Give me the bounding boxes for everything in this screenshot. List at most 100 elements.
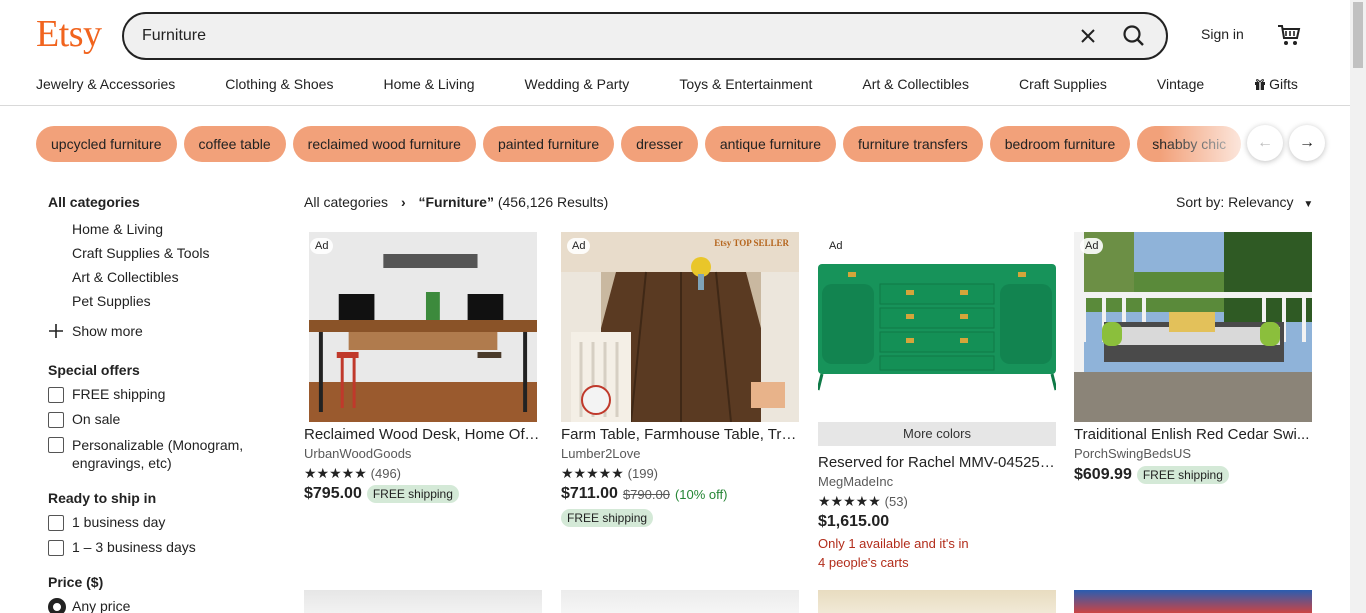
ad-badge: Ad [1080,238,1104,254]
price-row: $1,615.00 [818,513,1056,531]
radio-button[interactable] [48,598,66,613]
chip-transfers[interactable]: furniture transfers [843,126,983,162]
chip-painted[interactable]: painted furniture [482,126,615,162]
checkbox-label: Personalizable (Monogram, engravings, et… [72,437,244,471]
sort-dropdown[interactable]: Sort by: Relevancy ▼ [1176,194,1313,210]
listing-image-partial[interactable] [818,590,1056,613]
chip-dresser[interactable]: dresser [621,126,698,162]
nav-art[interactable]: Art & Collectibles [862,76,969,92]
listing-image[interactable]: Ad [304,232,542,422]
ad-badge: Ad [567,238,591,254]
filter-1-day[interactable]: 1 business day [48,514,278,531]
free-shipping-badge: FREE shipping [366,485,459,503]
all-categories-heading[interactable]: All categories [48,194,278,210]
listing-image[interactable]: Etsy TOP SELLER Ad [561,232,799,422]
listing-title[interactable]: Farm Table, Farmhouse Table, Tre... [561,426,799,443]
rating: ★★★★★ (53) [818,493,1056,510]
checkbox[interactable] [48,412,64,428]
chip-antique[interactable]: antique furniture [704,126,837,162]
nav-clothing[interactable]: Clothing & Shoes [225,76,333,92]
close-icon[interactable] [1074,22,1102,50]
breadcrumb-root[interactable]: All categories [304,194,388,210]
category-art[interactable]: Art & Collectibles [48,269,278,285]
show-more-button[interactable]: Show more [48,323,278,339]
chips-next-button[interactable]: → [1289,125,1325,161]
listing-title[interactable]: Reclaimed Wood Desk, Home Offi... [304,426,542,443]
header: Etsy Sign in Jewelry & Accessories Cloth… [0,0,1350,106]
etsy-logo[interactable]: Etsy [36,12,102,56]
ready-to-ship-heading: Ready to ship in [48,490,157,506]
nav-toys[interactable]: Toys & Entertainment [679,76,812,92]
listing-title[interactable]: Reserved for Rachel MMV-04525-... [818,454,1056,471]
free-shipping-badge: FREE shipping [1136,466,1229,484]
shop-name[interactable]: Lumber2Love [561,446,799,461]
scrollbar[interactable] [1350,0,1366,613]
checkbox[interactable] [48,437,64,453]
nav-craft[interactable]: Craft Supplies [1019,76,1107,92]
special-offers-heading: Special offers [48,362,140,378]
price-heading: Price ($) [48,574,104,590]
checkbox-label: 1 – 3 business days [72,539,196,555]
more-colors-banner[interactable]: More colors [818,422,1056,446]
caret-down-icon: ▼ [1303,199,1314,210]
rating: ★★★★★ (199) [561,465,799,482]
price: $1,615.00 [818,513,890,530]
nav-gifts[interactable]: Gifts [1254,76,1348,92]
scarcity-line-2: 4 people's carts [818,555,909,570]
chip-bedroom[interactable]: bedroom furniture [989,126,1131,162]
listing-image-partial[interactable] [304,590,542,613]
radio-label: Any price [72,598,131,613]
chip-coffee-table[interactable]: coffee table [183,126,286,162]
listing-card[interactable]: Ad More colors Reserved for Rachel MMV-0… [818,232,1056,572]
listing-image-partial[interactable] [561,590,799,613]
listing-card[interactable]: Etsy TOP SELLER Ad Farm Table, Farmhouse… [561,232,799,527]
chip-reclaimed[interactable]: reclaimed wood furniture [292,126,476,162]
scarcity-notice: Only 1 available and it's in 4 people's c… [818,534,1056,572]
sort-label: Sort by: Relevancy [1176,194,1294,210]
ad-badge: Ad [829,240,843,252]
listing-card[interactable]: Ad Reclaimed Wood Desk, Home Offi... Urb… [304,232,542,503]
shop-name[interactable]: UrbanWoodGoods [304,446,542,461]
nav-jewelry[interactable]: Jewelry & Accessories [36,76,175,92]
review-count: (53) [884,494,908,509]
filter-1-3-days[interactable]: 1 – 3 business days [48,539,278,556]
listing-image-partial[interactable] [1074,590,1312,613]
category-craft[interactable]: Craft Supplies & Tools [48,245,278,261]
chip-upcycled[interactable]: upcycled furniture [36,126,177,162]
ad-badge: Ad [310,238,334,254]
review-count: (496) [370,466,402,481]
filter-personalizable[interactable]: Personalizable (Monogram, engravings, et… [48,436,278,472]
filter-on-sale[interactable]: On sale [48,411,278,428]
search-icon[interactable] [1120,22,1148,50]
cart-icon[interactable] [1276,22,1302,48]
chips-prev-button[interactable]: ← [1247,125,1283,161]
checkbox[interactable] [48,515,64,531]
listing-image[interactable]: Ad [818,232,1056,422]
search-bar[interactable] [122,12,1168,60]
sign-in-link[interactable]: Sign in [1201,26,1244,42]
nav-wedding[interactable]: Wedding & Party [525,76,630,92]
nav-gifts-label: Gifts [1269,76,1298,92]
listing-card[interactable]: Ad Traiditional Enlish Red Cedar Swi... … [1074,232,1312,484]
category-pet[interactable]: Pet Supplies [48,293,278,309]
checkbox[interactable] [48,387,64,403]
listing-image[interactable]: Ad [1074,232,1312,422]
result-count: (456,126 Results) [497,194,609,210]
breadcrumb: All categories › “Furniture” (456,126 Re… [304,194,608,210]
scrollbar-thumb[interactable] [1353,2,1363,68]
nav-home-living[interactable]: Home & Living [383,76,474,92]
star-icons: ★★★★★ [304,465,367,481]
plus-icon [49,324,63,338]
nav-vintage[interactable]: Vintage [1157,76,1204,92]
shop-name[interactable]: MegMadeInc [818,474,1056,489]
top-seller-label: Etsy TOP SELLER [714,238,789,248]
category-home-living[interactable]: Home & Living [48,221,278,237]
search-input[interactable] [142,24,1042,48]
suggestion-chips: upcycled furniture coffee table reclaimed … [36,126,1326,162]
listing-title[interactable]: Traiditional Enlish Red Cedar Swi... [1074,426,1312,443]
free-shipping-badge: FREE shipping [561,509,654,527]
filter-free-shipping[interactable]: FREE shipping [48,386,278,403]
shop-name[interactable]: PorchSwingBedsUS [1074,446,1312,461]
checkbox[interactable] [48,540,64,556]
filter-any-price[interactable]: Any price [48,598,278,613]
